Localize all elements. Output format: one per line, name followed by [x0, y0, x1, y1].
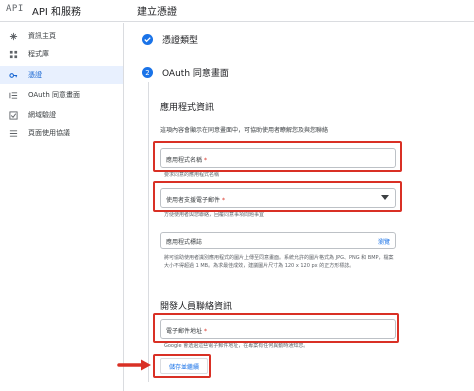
sidebar-item-label: OAuth 同意畫面 — [28, 91, 81, 99]
app-logo-field[interactable]: 應用程式標誌 瀏覽 — [160, 232, 396, 249]
step-label: OAuth 同意畫面 — [162, 69, 229, 79]
api-logo[interactable]: API — [6, 4, 24, 14]
step-number-badge: 2 — [142, 67, 153, 78]
sidebar-item-label: 網域驗證 — [28, 111, 56, 119]
sidebar-item-dashboard[interactable]: 資訊主頁 — [0, 27, 123, 45]
key-icon — [9, 71, 18, 80]
sidebar-item-credentials[interactable]: 憑證 — [0, 66, 123, 84]
app-name-hint: 要求同意的應用程式名稱 — [164, 172, 220, 178]
consent-icon — [9, 91, 18, 100]
highlight-box — [153, 181, 402, 212]
settings-list-icon — [9, 129, 18, 138]
app-logo-hint: 將可協助使用者識別應用程式的圖片上傳至同意畫面。系統允許的圖片格式為 JPG、P… — [164, 255, 394, 269]
sidebar-item-library[interactable]: 程式庫 — [0, 45, 123, 63]
check-circle-icon — [142, 34, 153, 45]
annotation-arrow-icon — [117, 359, 151, 371]
app-logo-label: 應用程式標誌 — [166, 239, 203, 246]
sidebar-item-label: 頁面使用協議 — [28, 129, 70, 137]
step-credential-type[interactable]: 憑證類型 — [142, 33, 198, 46]
sidebar-item-oauth-consent[interactable]: OAuth 同意畫面 — [0, 86, 123, 104]
sidebar-item-page-usage[interactable]: 頁面使用協議 — [0, 124, 123, 142]
sidebar-item-label: 憑證 — [28, 71, 42, 79]
checkbox-icon — [9, 110, 18, 120]
developer-contact-title: 開發人員聯絡資訊 — [160, 302, 233, 312]
app-title: API 和服務 — [32, 7, 81, 18]
library-icon — [9, 50, 18, 59]
top-bar: API API 和服務 建立憑證 — [0, 0, 474, 22]
highlight-box — [153, 313, 399, 343]
app-info-title: 應用程式資訊 — [160, 103, 215, 113]
highlight-box — [153, 354, 211, 378]
sidebar-item-domain-verification[interactable]: 網域驗證 — [0, 106, 123, 124]
sidebar: 資訊主頁 程式庫 憑證 OAuth 同意畫面 網域驗證 頁面使用協議 — [0, 23, 124, 391]
app-info-description: 這項內容會顯示在同意畫面中，可協助使用者瞭解您及與您聯絡 — [160, 127, 329, 134]
highlight-box — [153, 141, 402, 172]
developer-email-hint: Google 會透過這些電子郵件地址，在專案有任何異動時通知您。 — [164, 343, 309, 349]
sidebar-item-label: 程式庫 — [28, 50, 49, 58]
browse-button[interactable]: 瀏覽 — [378, 237, 390, 246]
stepper-line — [148, 82, 149, 382]
dashboard-icon — [9, 32, 18, 41]
step-oauth-consent[interactable]: 2 OAuth 同意畫面 — [142, 66, 229, 79]
step-label: 憑證類型 — [162, 36, 199, 46]
page-title: 建立憑證 — [137, 7, 177, 18]
support-email-hint: 方便使用者與您聯絡，回覆同意事項問題事宜 — [164, 212, 265, 218]
sidebar-item-label: 資訊主頁 — [28, 32, 56, 40]
